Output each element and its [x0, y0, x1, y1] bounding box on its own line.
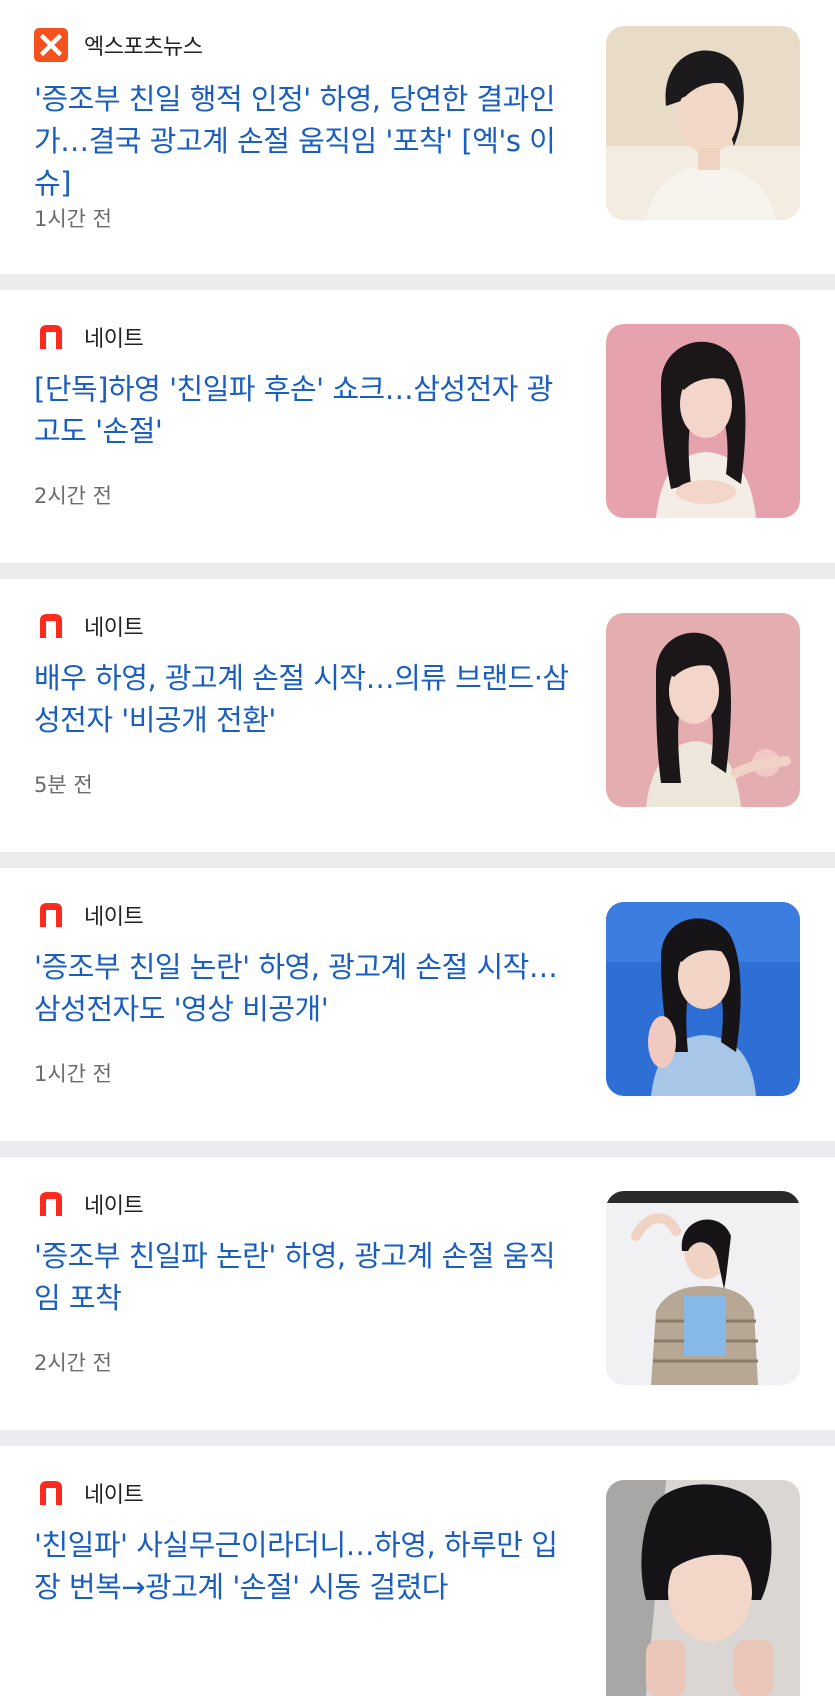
nate-logo-icon: [34, 320, 68, 354]
source-name: 네이트: [84, 327, 144, 352]
thumbnail-image[interactable]: [606, 1191, 800, 1385]
thumbnail-image[interactable]: [606, 324, 800, 518]
timestamp: 2시간 전: [34, 1351, 112, 1375]
news-source: 네이트: [34, 1476, 144, 1510]
thumbnail-image[interactable]: [606, 902, 800, 1096]
news-card[interactable]: 네이트 [단독]하영 '친일파 후손' 쇼크…삼성전자 광고도 '손절' 2시간…: [0, 290, 835, 563]
nate-logo-icon: [34, 1476, 68, 1510]
news-card[interactable]: 엑스포츠뉴스 '증조부 친일 행적 인정' 하영, 당연한 결과인가…결국 광고…: [0, 0, 835, 274]
headline-link[interactable]: '증조부 친일파 논란' 하영, 광고계 손절 움직임 포착: [34, 1235, 574, 1319]
news-feed: 엑스포츠뉴스 '증조부 친일 행적 인정' 하영, 당연한 결과인가…결국 광고…: [0, 0, 835, 1696]
timestamp: 1시간 전: [34, 1062, 112, 1086]
news-source: 네이트: [34, 320, 144, 354]
source-name: 네이트: [84, 1483, 144, 1508]
headline-link[interactable]: '증조부 친일 논란' 하영, 광고계 손절 시작…삼성전자도 '영상 비공개': [34, 946, 574, 1030]
news-card[interactable]: 네이트 '증조부 친일파 논란' 하영, 광고계 손절 움직임 포착 2시간 전: [0, 1157, 835, 1430]
nate-logo-icon: [34, 898, 68, 932]
source-name: 네이트: [84, 616, 144, 641]
source-name: 네이트: [84, 1194, 144, 1219]
thumbnail-image[interactable]: [606, 26, 800, 220]
nate-logo-icon: [34, 1187, 68, 1221]
timestamp: 2시간 전: [34, 484, 112, 508]
thumbnail-image[interactable]: [606, 1480, 800, 1696]
news-source: 엑스포츠뉴스: [34, 28, 203, 62]
xsports-logo-icon: [34, 28, 68, 62]
news-source: 네이트: [34, 898, 144, 932]
source-name: 엑스포츠뉴스: [84, 35, 203, 60]
news-card[interactable]: 네이트 '친일파' 사실무근이라더니…하영, 하루만 입장 번복→광고계 '손절…: [0, 1446, 835, 1696]
source-name: 네이트: [84, 905, 144, 930]
news-source: 네이트: [34, 609, 144, 643]
nate-logo-icon: [34, 609, 68, 643]
news-source: 네이트: [34, 1187, 144, 1221]
headline-link[interactable]: '증조부 친일 행적 인정' 하영, 당연한 결과인가…결국 광고계 손절 움직…: [34, 78, 574, 204]
timestamp: 1시간 전: [34, 207, 112, 231]
thumbnail-image[interactable]: [606, 613, 800, 807]
headline-link[interactable]: [단독]하영 '친일파 후손' 쇼크…삼성전자 광고도 '손절': [34, 368, 574, 452]
news-card[interactable]: 네이트 '증조부 친일 논란' 하영, 광고계 손절 시작…삼성전자도 '영상 …: [0, 868, 835, 1141]
timestamp: 5분 전: [34, 773, 93, 797]
headline-link[interactable]: 배우 하영, 광고계 손절 시작…의류 브랜드·삼성전자 '비공개 전환': [34, 657, 574, 741]
news-card[interactable]: 네이트 배우 하영, 광고계 손절 시작…의류 브랜드·삼성전자 '비공개 전환…: [0, 579, 835, 852]
headline-link[interactable]: '친일파' 사실무근이라더니…하영, 하루만 입장 번복→광고계 '손절' 시동…: [34, 1524, 574, 1608]
